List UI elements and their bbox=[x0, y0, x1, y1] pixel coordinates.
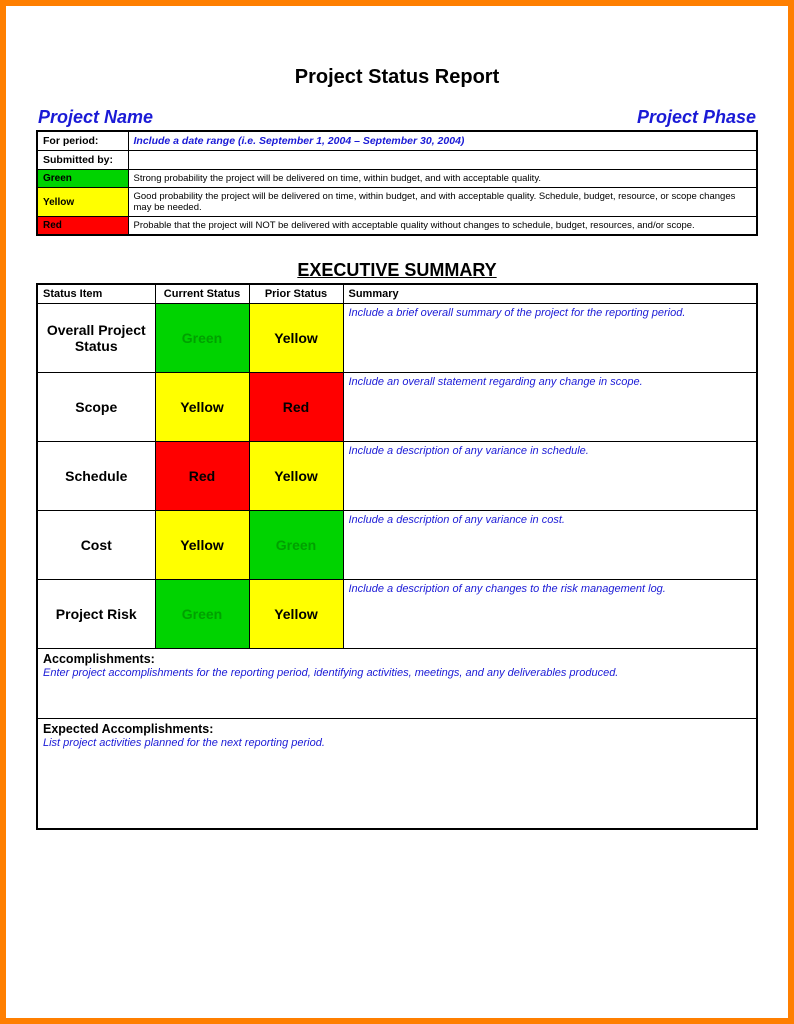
legend-desc-green: Strong probability the project will be d… bbox=[128, 170, 757, 188]
summary-cell: Include a description of any variance in… bbox=[344, 511, 757, 579]
current-status-cell: Green bbox=[156, 304, 249, 372]
header-current-status: Current Status bbox=[155, 284, 249, 304]
header-status-item: Status Item bbox=[37, 284, 155, 304]
summary-cell: Include a description of any changes to … bbox=[344, 580, 757, 648]
legend-swatch-red: Red bbox=[37, 217, 128, 236]
current-status-cell: Red bbox=[156, 442, 249, 510]
current-status-cell: Green bbox=[156, 580, 249, 648]
status-item-label: Scope bbox=[38, 373, 155, 441]
legend-desc-red: Probable that the project will NOT be de… bbox=[128, 217, 757, 236]
summary-cell: Include a description of any variance in… bbox=[344, 442, 757, 510]
project-name-heading: Project Name bbox=[38, 107, 153, 128]
summary-cell: Include a brief overall summary of the p… bbox=[344, 304, 757, 372]
period-row: For period: Include a date range (i.e. S… bbox=[37, 131, 757, 151]
executive-summary-title: EXECUTIVE SUMMARY bbox=[36, 260, 758, 281]
info-table: For period: Include a date range (i.e. S… bbox=[36, 130, 758, 236]
prior-status-cell: Red bbox=[250, 373, 343, 441]
legend-swatch-green: Green bbox=[37, 170, 128, 188]
prior-status-cell: Yellow bbox=[250, 304, 343, 372]
report-title: Project Status Report bbox=[36, 66, 758, 89]
status-item-label: Project Risk bbox=[38, 580, 155, 648]
summary-cell: Include an overall statement regarding a… bbox=[344, 373, 757, 441]
status-item-label: Cost bbox=[38, 511, 155, 579]
subheading-row: Project Name Project Phase bbox=[38, 107, 756, 128]
legend-desc-yellow: Good probability the project will be del… bbox=[128, 188, 757, 217]
current-status-cell: Yellow bbox=[156, 373, 249, 441]
legend-row-red: Red Probable that the project will NOT b… bbox=[37, 217, 757, 236]
exec-row: Project RiskGreenYellowInclude a descrip… bbox=[37, 580, 757, 649]
document-frame: Project Status Report Project Name Proje… bbox=[0, 0, 794, 1024]
header-prior-status: Prior Status bbox=[249, 284, 343, 304]
accomplishments-instruction: Enter project accomplishments for the re… bbox=[43, 667, 751, 679]
legend-row-yellow: Yellow Good probability the project will… bbox=[37, 188, 757, 217]
legend-swatch-yellow: Yellow bbox=[37, 188, 128, 217]
exec-row: Overall Project StatusGreenYellowInclude… bbox=[37, 304, 757, 373]
period-instruction: Include a date range (i.e. September 1, … bbox=[128, 131, 757, 151]
prior-status-cell: Yellow bbox=[250, 580, 343, 648]
status-item-label: Schedule bbox=[38, 442, 155, 510]
status-item-label: Overall Project Status bbox=[38, 304, 155, 372]
header-summary: Summary bbox=[343, 284, 757, 304]
legend-row-green: Green Strong probability the project wil… bbox=[37, 170, 757, 188]
expected-accomplishments-label: Expected Accomplishments: bbox=[43, 722, 213, 736]
expected-accomplishments-instruction: List project activities planned for the … bbox=[43, 737, 751, 749]
exec-row: CostYellowGreenInclude a description of … bbox=[37, 511, 757, 580]
executive-summary-table: Status Item Current Status Prior Status … bbox=[36, 283, 758, 830]
submitted-value bbox=[128, 151, 757, 170]
submitted-label: Submitted by: bbox=[37, 151, 128, 170]
exec-row: ScheduleRedYellowInclude a description o… bbox=[37, 442, 757, 511]
submitted-row: Submitted by: bbox=[37, 151, 757, 170]
project-phase-heading: Project Phase bbox=[637, 107, 756, 128]
current-status-cell: Yellow bbox=[156, 511, 249, 579]
period-label: For period: bbox=[37, 131, 128, 151]
exec-row: ScopeYellowRedInclude an overall stateme… bbox=[37, 373, 757, 442]
accomplishments-row: Accomplishments: Enter project accomplis… bbox=[37, 649, 757, 719]
prior-status-cell: Yellow bbox=[250, 442, 343, 510]
accomplishments-label: Accomplishments: bbox=[43, 652, 155, 666]
exec-header-row: Status Item Current Status Prior Status … bbox=[37, 284, 757, 304]
expected-accomplishments-row: Expected Accomplishments: List project a… bbox=[37, 719, 757, 829]
prior-status-cell: Green bbox=[250, 511, 343, 579]
